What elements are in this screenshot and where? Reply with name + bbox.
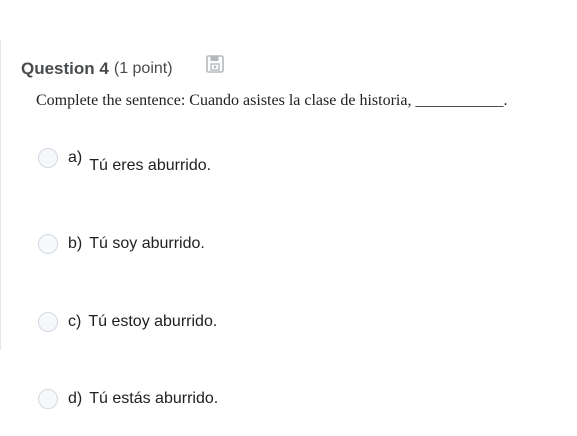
option-c-text: Tú estoy aburrido. — [88, 313, 218, 330]
option-c-letter: c) — [68, 313, 82, 330]
option-d-text: Tú estás aburrido. — [89, 390, 219, 407]
left-divider — [0, 40, 1, 350]
question-prompt: Complete the sentence: Cuando asistes la… — [36, 92, 508, 109]
question-header: Question 4 (1 point) — [21, 56, 173, 82]
option-a-letter: a) — [68, 149, 83, 166]
option-c[interactable]: c) Tú estoy aburrido. — [38, 312, 217, 332]
option-d-radio[interactable] — [38, 389, 58, 409]
option-c-radio[interactable] — [38, 312, 58, 332]
option-a[interactable]: a) Tú eres aburrido. — [38, 148, 211, 176]
option-b[interactable]: b) Tú soy aburrido. — [38, 234, 205, 254]
option-d-letter: d) — [68, 390, 83, 407]
option-a-text: Tú eres aburrido. — [89, 157, 212, 174]
option-b-radio[interactable] — [38, 234, 58, 254]
option-d[interactable]: d) Tú estás aburrido. — [38, 389, 218, 409]
save-icon[interactable] — [205, 54, 225, 74]
option-b-text: Tú soy aburrido. — [89, 235, 205, 252]
option-b-letter: b) — [68, 235, 83, 252]
option-a-radio[interactable] — [38, 148, 58, 168]
question-points: (1 point) — [113, 60, 173, 77]
question-title: Question 4 — [21, 59, 109, 78]
